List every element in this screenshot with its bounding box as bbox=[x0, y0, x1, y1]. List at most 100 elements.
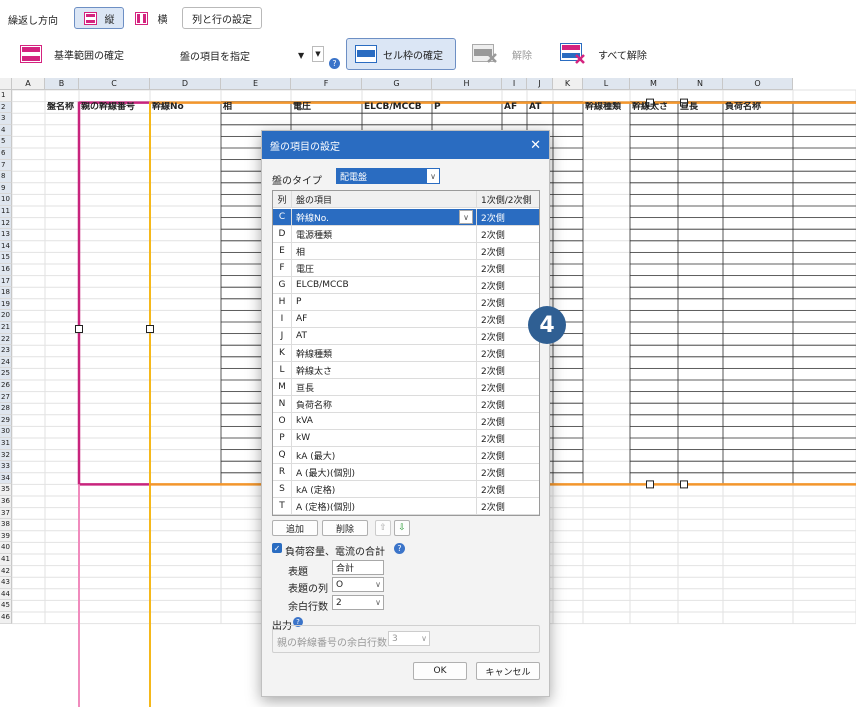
table-row[interactable]: C 幹線No. 2次側 ∨ bbox=[273, 209, 539, 226]
row-side[interactable]: 2次側 bbox=[477, 277, 539, 293]
cancel-button[interactable]: キャンセル bbox=[476, 662, 540, 680]
table-row[interactable]: PkW 2次側 bbox=[273, 430, 539, 447]
row-header[interactable]: 1 bbox=[0, 90, 12, 102]
table-row[interactable]: K 幹線種類 2次側 bbox=[273, 345, 539, 362]
column-header-f[interactable]: F bbox=[291, 78, 362, 90]
table-row[interactable]: OkVA 2次側 bbox=[273, 413, 539, 430]
row-side[interactable]: 2次側 bbox=[477, 430, 539, 446]
column-header-o[interactable]: O bbox=[723, 78, 793, 90]
column-header-m[interactable]: M bbox=[630, 78, 678, 90]
confirm-cell-frame-button[interactable]: セル枠の確定 bbox=[346, 38, 456, 70]
row-side[interactable]: 2次側 bbox=[477, 447, 539, 463]
margin-rows-select[interactable]: 2 ∨ bbox=[332, 595, 384, 610]
row-side[interactable]: 2次側 bbox=[477, 294, 539, 310]
table-row[interactable]: J AT 2次側 bbox=[273, 328, 539, 345]
caption-col-select[interactable]: O ∨ bbox=[332, 577, 384, 592]
row-header[interactable]: 45 bbox=[0, 600, 12, 612]
table-row[interactable]: SkA (定格) 2次側 bbox=[273, 481, 539, 498]
row-item[interactable]: 亘長 bbox=[291, 379, 477, 395]
row-header[interactable]: 41 bbox=[0, 554, 12, 566]
resize-handle[interactable] bbox=[75, 325, 83, 333]
row-item[interactable]: kA (最大) bbox=[291, 447, 477, 463]
chevron-down-icon[interactable]: ∨ bbox=[459, 210, 473, 224]
column-header-k[interactable]: K bbox=[553, 78, 583, 90]
close-icon[interactable]: ✕ bbox=[530, 138, 541, 153]
header-cell-d[interactable]: 幹線No bbox=[150, 102, 221, 113]
row-side[interactable]: 2次側 bbox=[477, 226, 539, 242]
table-row[interactable]: L 幹線太さ 2次側 bbox=[273, 362, 539, 379]
row-header[interactable]: 46 bbox=[0, 612, 12, 624]
row-item[interactable]: 負荷名称 bbox=[291, 396, 477, 412]
row-side[interactable]: 2次側 bbox=[477, 396, 539, 412]
column-header-h[interactable]: H bbox=[432, 78, 502, 90]
row-item[interactable]: A (最大)(個別) bbox=[291, 464, 477, 480]
help-icon[interactable]: ? bbox=[329, 58, 340, 69]
header-cell-f[interactable]: 電圧 bbox=[291, 102, 362, 113]
header-cell-h[interactable]: P bbox=[432, 102, 502, 113]
row-header[interactable]: 39 bbox=[0, 530, 12, 543]
confirm-range-button[interactable]: 基準範囲の確定 bbox=[12, 38, 172, 70]
row-header[interactable]: 13 bbox=[0, 229, 12, 241]
total-checkbox[interactable]: ✓ bbox=[272, 543, 282, 553]
column-header-a[interactable]: A bbox=[12, 78, 45, 90]
header-cell-o[interactable]: 負荷名称 bbox=[723, 102, 793, 113]
row-header[interactable]: 14 bbox=[0, 240, 12, 253]
row-header[interactable]: 38 bbox=[0, 519, 12, 531]
dropdown-arrow-button[interactable]: ▼ bbox=[312, 46, 324, 62]
release-all-button[interactable]: すべて解除 bbox=[552, 38, 652, 70]
row-item[interactable]: kA (定格) bbox=[291, 481, 477, 497]
row-header[interactable]: 35 bbox=[0, 484, 12, 496]
row-item[interactable]: 幹線No. bbox=[291, 209, 477, 225]
caption-input[interactable]: 合計 bbox=[332, 560, 384, 575]
column-header-e[interactable]: E bbox=[221, 78, 291, 90]
row-header[interactable]: 18 bbox=[0, 287, 12, 299]
row-header[interactable]: 31 bbox=[0, 438, 12, 450]
table-row[interactable]: T A (定格)(個別) 2次側 bbox=[273, 498, 539, 515]
row-side[interactable]: 2次側 bbox=[477, 498, 539, 514]
row-header[interactable]: 36 bbox=[0, 496, 12, 508]
row-header[interactable]: 2 bbox=[0, 101, 12, 114]
row-side[interactable]: 2次側 bbox=[477, 345, 539, 361]
help-icon[interactable]: ? bbox=[394, 543, 405, 554]
horizontal-button[interactable]: 横 bbox=[128, 7, 174, 29]
table-row[interactable]: G ELCB/MCCB 2次側 bbox=[273, 277, 539, 294]
row-item[interactable]: A (定格)(個別) bbox=[291, 498, 477, 514]
table-row[interactable]: D 電源種類 2次側 bbox=[273, 226, 539, 243]
row-item[interactable]: kW bbox=[291, 430, 477, 446]
row-col-settings-button[interactable]: 列と行の設定 bbox=[182, 7, 262, 29]
column-header-c[interactable]: C bbox=[79, 78, 150, 90]
row-side[interactable]: 2次側 bbox=[477, 260, 539, 276]
column-header-n[interactable]: N bbox=[678, 78, 723, 90]
row-header[interactable]: 32 bbox=[0, 449, 12, 462]
row-header[interactable]: 17 bbox=[0, 275, 12, 288]
resize-handle[interactable] bbox=[146, 325, 154, 333]
resize-handle[interactable] bbox=[646, 480, 654, 489]
row-header[interactable]: 21 bbox=[0, 322, 12, 334]
resize-handle[interactable] bbox=[680, 480, 688, 489]
row-item[interactable]: 電源種類 bbox=[291, 226, 477, 242]
release-button[interactable]: 解除 bbox=[464, 38, 544, 70]
row-header[interactable]: 12 bbox=[0, 217, 12, 230]
panel-type-select[interactable]: 配電盤 ∨ bbox=[336, 168, 440, 184]
row-header[interactable]: 9 bbox=[0, 182, 12, 195]
header-cell-i[interactable]: AF bbox=[502, 102, 527, 113]
table-row[interactable]: N 負荷名称 2次側 bbox=[273, 396, 539, 413]
row-header[interactable]: 15 bbox=[0, 252, 12, 264]
row-item[interactable]: AT bbox=[291, 328, 477, 344]
header-cell-m[interactable]: 幹線太さ bbox=[630, 102, 678, 113]
row-item[interactable]: P bbox=[291, 294, 477, 310]
row-header[interactable]: 8 bbox=[0, 171, 12, 183]
row-item[interactable]: 幹線太さ bbox=[291, 362, 477, 378]
table-row[interactable]: E 相 2次側 bbox=[273, 243, 539, 260]
row-header[interactable]: 44 bbox=[0, 588, 12, 601]
parent-margin-select[interactable]: 3 ∨ bbox=[388, 631, 430, 646]
table-row[interactable]: F 電圧 2次側 bbox=[273, 260, 539, 277]
row-header[interactable]: 10 bbox=[0, 194, 12, 206]
row-side[interactable]: 2次側 bbox=[477, 362, 539, 378]
row-item[interactable]: 幹線種類 bbox=[291, 345, 477, 361]
row-header[interactable]: 3 bbox=[0, 113, 12, 125]
row-header[interactable]: 30 bbox=[0, 426, 12, 438]
row-side[interactable]: 2次側 bbox=[477, 243, 539, 259]
row-header[interactable]: 25 bbox=[0, 368, 12, 380]
table-row[interactable]: H P 2次側 bbox=[273, 294, 539, 311]
